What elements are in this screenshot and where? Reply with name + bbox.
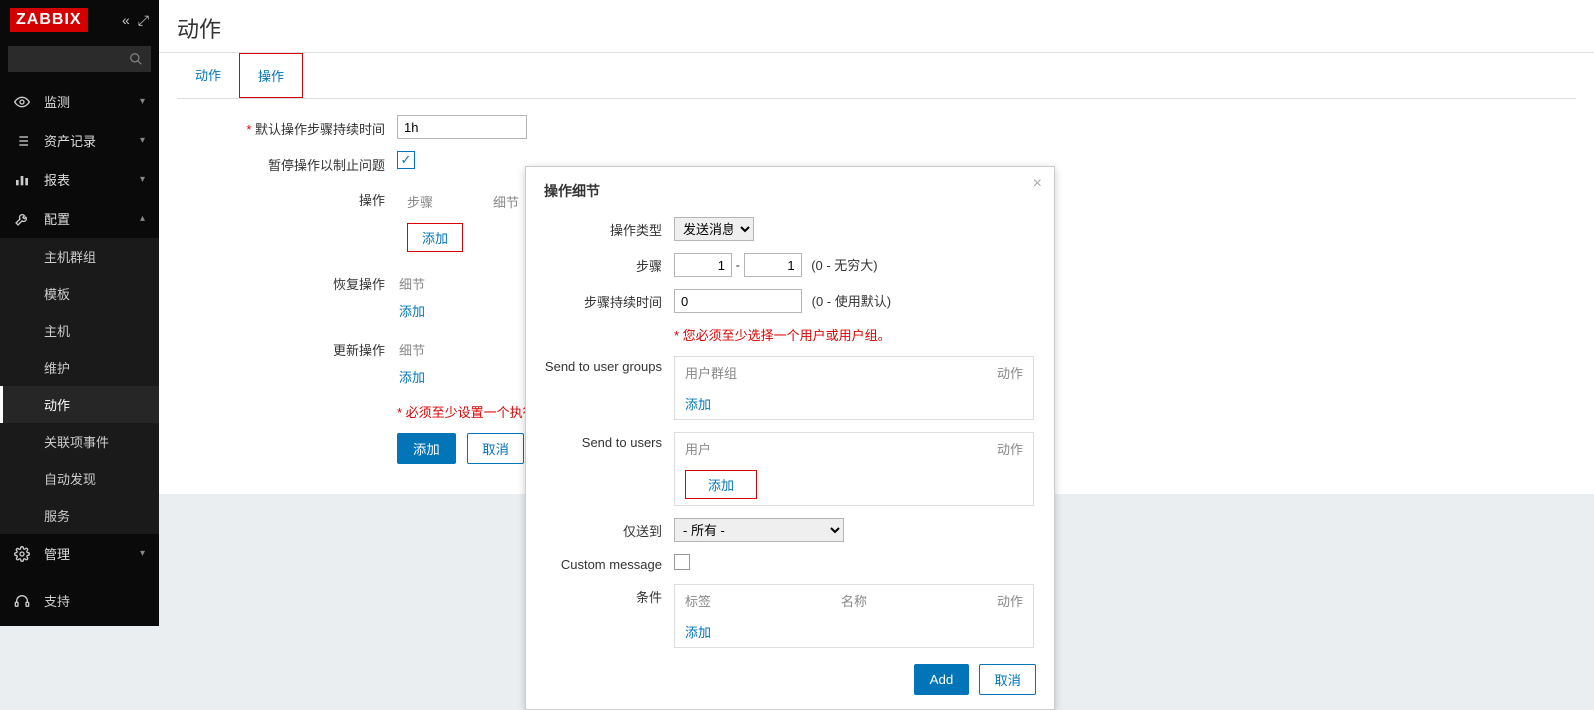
label-dur: 步骤持续时间 (544, 289, 674, 311)
tabs: 动作 操作 (177, 53, 1576, 99)
label-only: 仅送到 (544, 518, 674, 540)
sidebar-item-templates[interactable]: 模板 (0, 275, 159, 312)
input-step-from[interactable] (674, 253, 732, 277)
nav-label: 报表 (44, 170, 70, 189)
gear-icon (14, 546, 32, 562)
nav-inventory[interactable]: 资产记录 ▾ (0, 121, 159, 160)
btn-add[interactable]: 添加 (397, 433, 456, 464)
select-only[interactable]: - 所有 - (674, 518, 844, 542)
label-groups: Send to user groups (544, 356, 674, 374)
chevron-down-icon: ▾ (140, 548, 145, 559)
brand-logo[interactable]: ZABBIX (10, 8, 88, 32)
sidebar-item-correlation[interactable]: 关联项事件 (0, 423, 159, 460)
add-group-link[interactable]: 添加 (685, 397, 711, 412)
label-update: 更新操作 (177, 336, 397, 359)
nav-config[interactable]: 配置 ▴ (0, 199, 159, 238)
wrench-icon (14, 211, 32, 227)
hint-dur: (0 - 使用默认) (812, 294, 891, 309)
chevron-down-icon: ▾ (140, 174, 145, 185)
checkbox-pause[interactable]: ✓ (397, 151, 415, 169)
expand-icon[interactable]: ⤢ (138, 12, 149, 29)
add-user-link[interactable]: 添加 (685, 470, 757, 499)
tab-action[interactable]: 动作 (177, 53, 239, 98)
label-op-type: 操作类型 (544, 217, 674, 239)
add-recovery-link[interactable]: 添加 (399, 304, 425, 319)
chevron-down-icon: ▾ (140, 135, 145, 146)
chevron-down-icon: ▾ (140, 96, 145, 107)
add-operation-link[interactable]: 添加 (407, 223, 463, 252)
sidebar-item-maintenance[interactable]: 维护 (0, 349, 159, 386)
tab-operation[interactable]: 操作 (239, 53, 303, 98)
input-dur[interactable] (674, 289, 802, 313)
nav-admin[interactable]: 管理 ▾ (0, 534, 159, 573)
add-cond-link[interactable]: 添加 (685, 625, 711, 640)
add-update-link[interactable]: 添加 (399, 370, 425, 385)
nav-monitor[interactable]: 监测 ▾ (0, 82, 159, 121)
eye-icon (14, 94, 32, 110)
sidebar-item-discovery[interactable]: 自动发现 (0, 460, 159, 497)
btn-cancel[interactable]: 取消 (467, 433, 524, 464)
sidebar-item-hostgroups[interactable]: 主机群组 (0, 238, 159, 275)
page-title: 动作 (159, 0, 1594, 53)
modal-btn-cancel[interactable]: 取消 (979, 664, 1036, 695)
modal-btn-add[interactable]: Add (914, 664, 970, 695)
label-users: Send to users (544, 432, 674, 450)
select-op-type[interactable]: 发送消息 (674, 217, 754, 241)
sidebar-item-hosts[interactable]: 主机 (0, 312, 159, 349)
label-operations: 操作 (177, 186, 397, 209)
nav-support[interactable]: 支持 (0, 583, 159, 618)
label-recovery: 恢复操作 (177, 270, 397, 293)
config-submenu: 主机群组 模板 主机 维护 动作 关联项事件 自动发现 服务 (0, 238, 159, 534)
label-msg: Custom message (544, 554, 674, 572)
chart-icon (14, 172, 32, 188)
headset-icon (14, 593, 32, 609)
groups-table: 用户群组动作 添加 (674, 356, 1034, 420)
input-default-step[interactable] (397, 115, 527, 139)
input-step-to[interactable] (744, 253, 802, 277)
sidebar-item-actions[interactable]: 动作 (0, 386, 159, 423)
close-icon[interactable]: × (1033, 175, 1042, 193)
modal-warning: * 您必须至少选择一个用户或用户组。 (674, 325, 891, 344)
search-input[interactable] (8, 46, 151, 72)
nav-label: 配置 (44, 209, 70, 228)
modal-title: 操作细节 (544, 181, 1036, 201)
nav-label: 资产记录 (44, 131, 96, 150)
users-table: 用户动作 添加 (674, 432, 1034, 506)
label-cond: 条件 (544, 584, 674, 606)
sidebar-item-services[interactable]: 服务 (0, 497, 159, 534)
label-step: 步骤 (544, 253, 674, 275)
collapse-icon[interactable]: « (122, 12, 130, 29)
search-icon (129, 52, 143, 66)
modal-operation-detail: × 操作细节 操作类型 发送消息 步骤 - (0 - 无穷大) 步骤持续时间 (… (525, 166, 1055, 710)
nav-label: 管理 (44, 544, 70, 563)
list-icon (14, 133, 32, 149)
label-default-step: 默认操作步骤持续时间 (177, 115, 397, 138)
label-pause: 暂停操作以制止问题 (177, 151, 397, 174)
nav-label: 支持 (44, 591, 70, 610)
hint-step: (0 - 无穷大) (811, 258, 877, 273)
logo-row: ZABBIX « ⤢ (0, 0, 159, 40)
checkbox-custom-msg[interactable] (674, 554, 690, 570)
nav-reports[interactable]: 报表 ▾ (0, 160, 159, 199)
chevron-up-icon: ▴ (140, 213, 145, 224)
sidebar: ZABBIX « ⤢ 监测 ▾ 资产记录 ▾ 报表 ▾ 配置 ▴ (0, 0, 159, 626)
nav-label: 监测 (44, 92, 70, 111)
cond-table: 标签 名称 动作 添加 (674, 584, 1034, 648)
